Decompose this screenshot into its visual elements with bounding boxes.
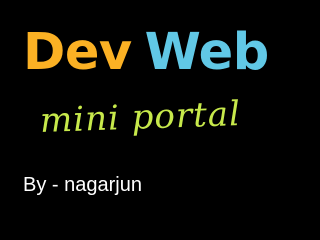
banner-byline: By - nagarjun <box>23 174 142 196</box>
banner-subtitle: mini portal <box>39 93 242 141</box>
banner: Dev Web mini portal By - nagarjun <box>0 0 300 225</box>
title-word-dev: Dev <box>23 23 132 82</box>
title-word-web: Web <box>144 23 270 82</box>
banner-title: Dev Web <box>23 18 288 88</box>
